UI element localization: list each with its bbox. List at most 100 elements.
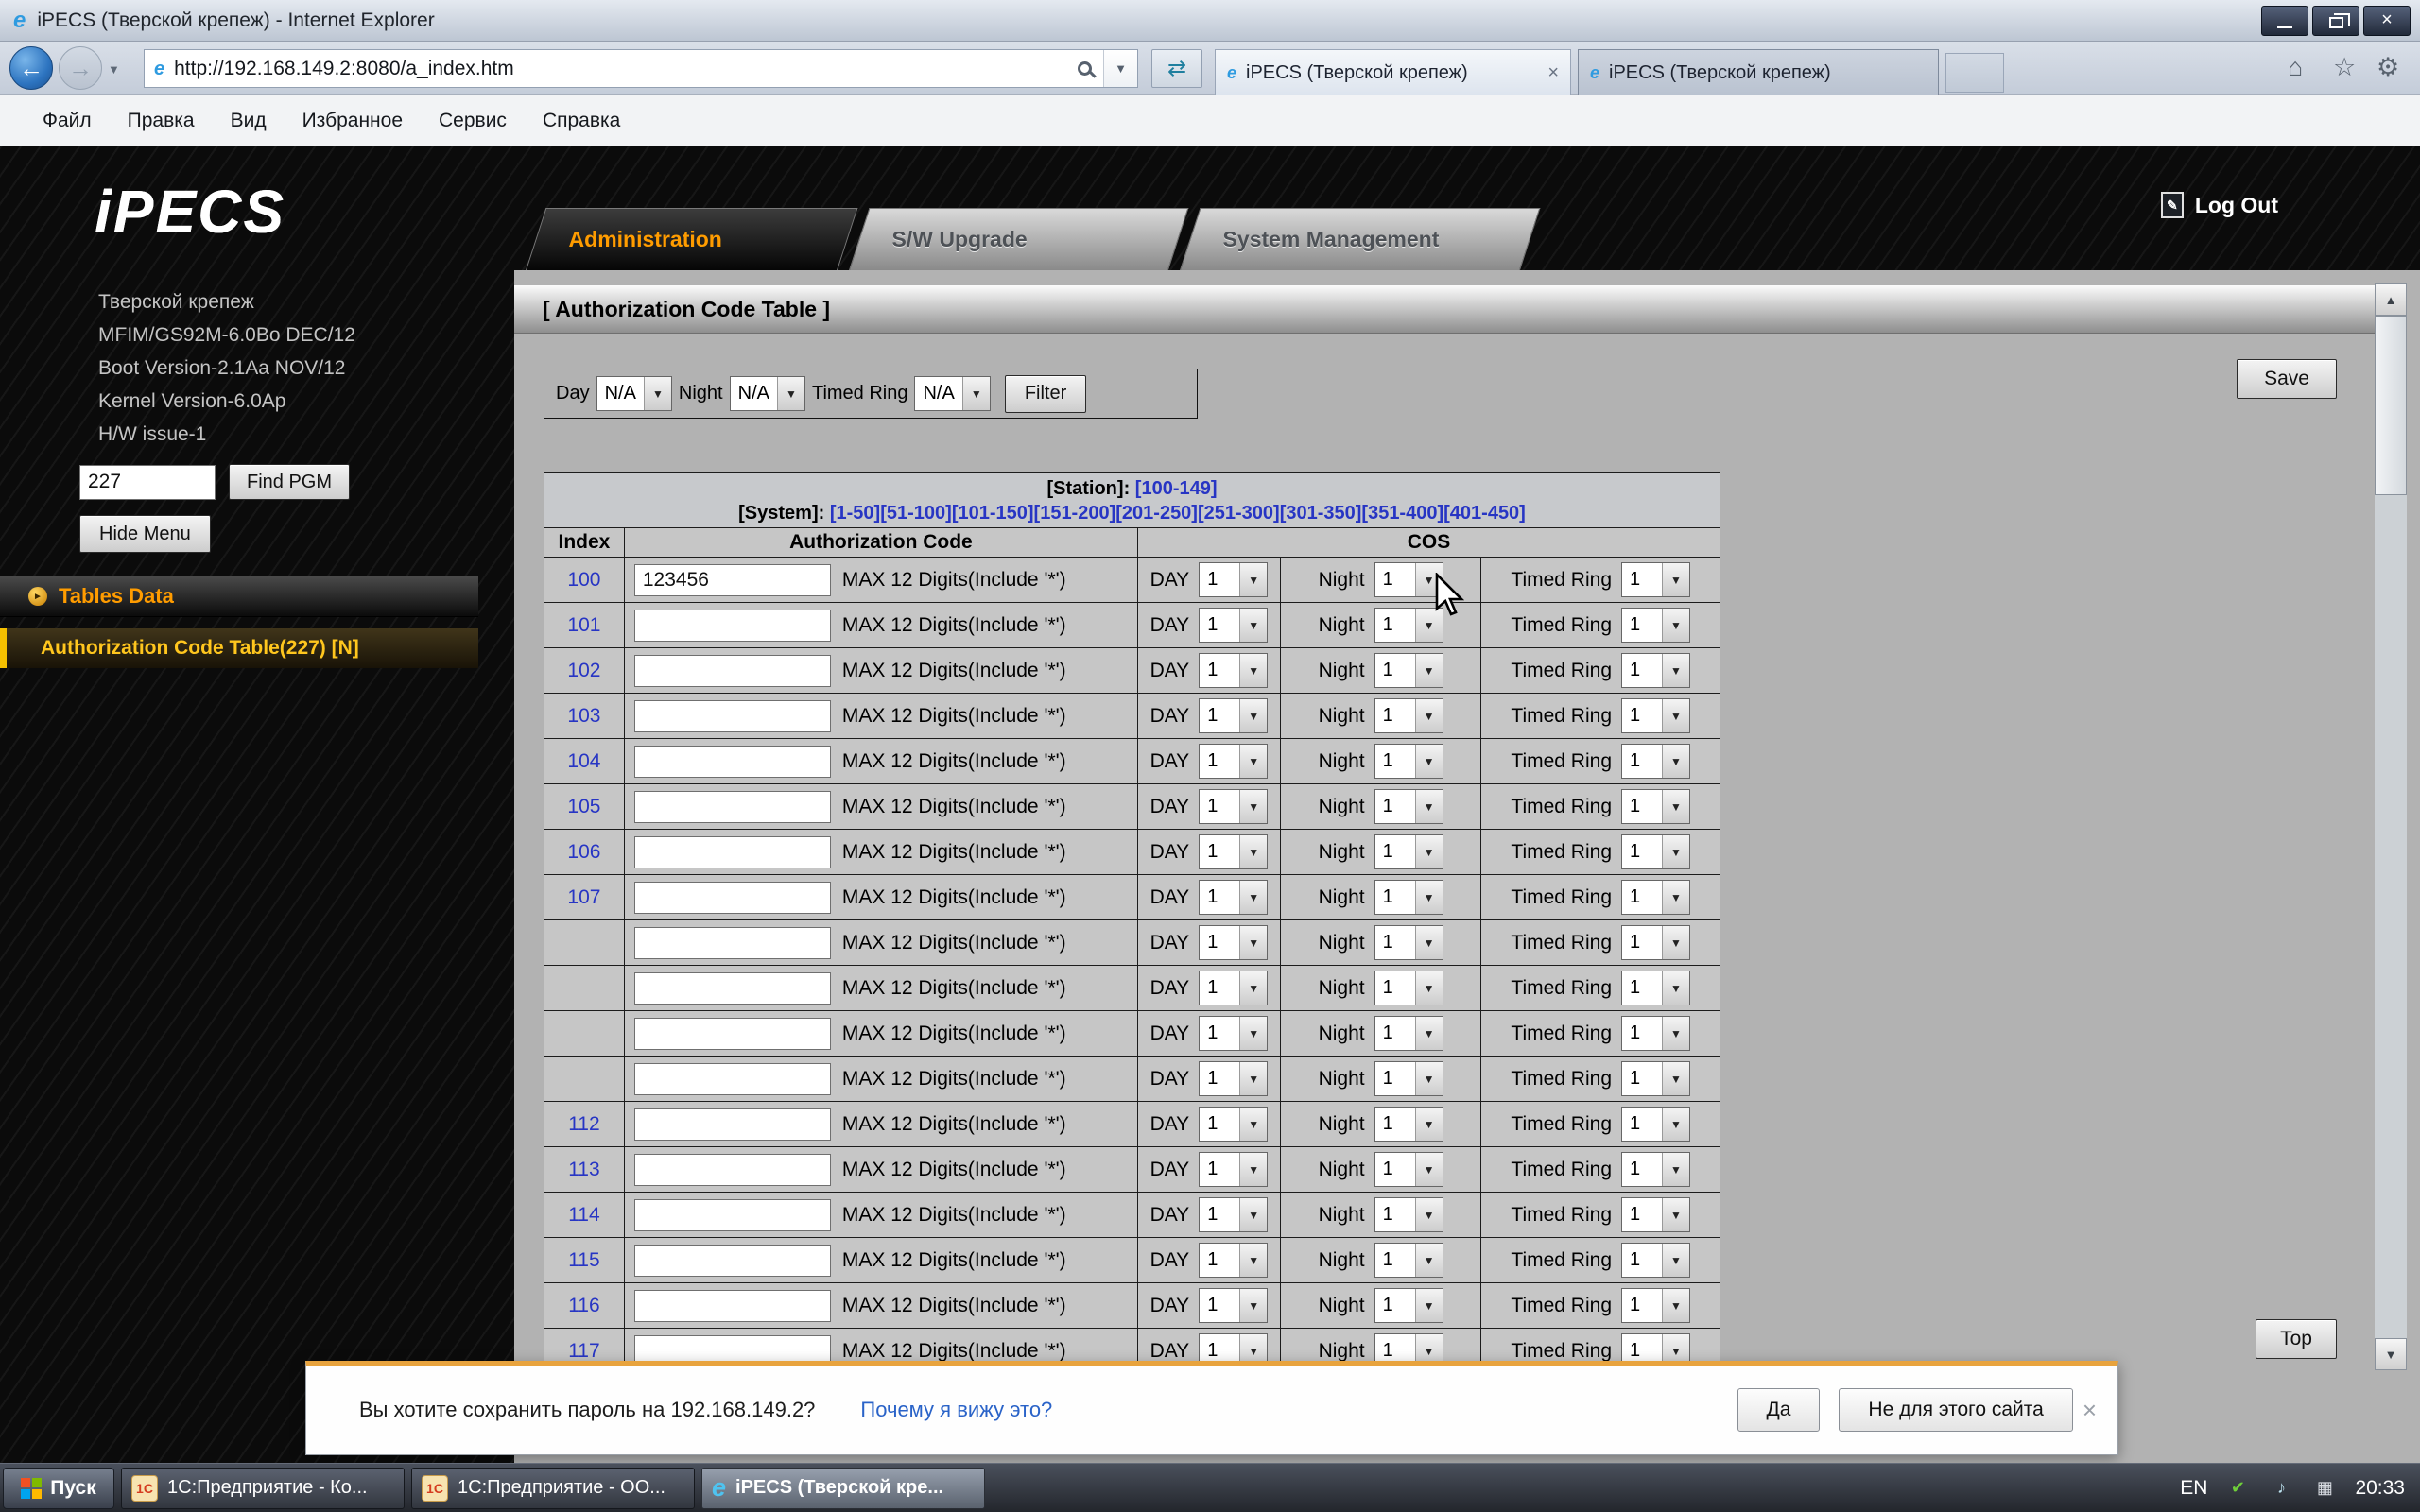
night-cos-select[interactable]: 1▼ [1374,789,1443,824]
row-index-link[interactable]: 100 [567,569,600,592]
timed-ring-cos-select[interactable]: 1▼ [1621,1288,1690,1323]
auth-code-input[interactable] [634,1063,831,1095]
night-cos-select[interactable]: 1▼ [1374,971,1443,1005]
day-cos-select[interactable]: 1▼ [1199,1197,1268,1232]
timed-ring-cos-select[interactable]: 1▼ [1621,1107,1690,1142]
pgm-number-input[interactable] [79,465,216,500]
favorites-star-icon[interactable]: ☆ [2333,53,2356,82]
new-tab-button[interactable] [1945,53,2004,93]
row-index-link[interactable]: 117 [568,1340,599,1363]
tray-status-icon[interactable]: ✔ [2224,1475,2251,1502]
system-range-link[interactable]: [301-350] [1280,503,1362,524]
night-cos-select[interactable]: 1▼ [1374,1288,1443,1323]
timed-ring-cos-select[interactable]: 1▼ [1621,971,1690,1005]
day-cos-select[interactable]: 1▼ [1199,653,1268,688]
timed-ring-cos-select[interactable]: 1▼ [1621,789,1690,824]
restore-button[interactable] [2312,6,2360,36]
menu-item-file[interactable]: Файл [25,110,110,132]
auth-code-input[interactable] [634,927,831,959]
auth-code-input[interactable] [634,791,831,823]
row-index-link[interactable]: 116 [568,1295,599,1317]
row-index-link[interactable]: 106 [567,841,600,864]
day-cos-select[interactable]: 1▼ [1199,1016,1268,1051]
row-index-link[interactable]: 103 [567,705,600,728]
station-range-link[interactable]: [100-149] [1135,478,1218,499]
timed-ring-cos-select[interactable]: 1▼ [1621,608,1690,643]
scroll-up-button[interactable]: ▲ [2375,284,2407,316]
day-cos-select[interactable]: 1▼ [1199,1288,1268,1323]
day-cos-select[interactable]: 1▼ [1199,698,1268,733]
night-cos-select[interactable]: 1▼ [1374,562,1443,597]
sidebar-section-tables-data[interactable]: ► Tables Data [0,576,478,617]
night-cos-select[interactable]: 1▼ [1374,1107,1443,1142]
auth-code-input[interactable] [634,1108,831,1141]
day-cos-select[interactable]: 1▼ [1199,744,1268,779]
timed-ring-cos-select[interactable]: 1▼ [1621,744,1690,779]
day-cos-select[interactable]: 1▼ [1199,562,1268,597]
refresh-button[interactable]: ⇄ [1151,49,1202,88]
system-range-link[interactable]: [401-450] [1443,503,1526,524]
tray-volume-icon[interactable]: ♪ [2268,1475,2294,1502]
url-input[interactable] [174,58,1078,80]
day-cos-select[interactable]: 1▼ [1199,925,1268,960]
start-button[interactable]: Пуск [3,1468,114,1509]
notification-close-icon[interactable]: × [2083,1396,2097,1425]
sidebar-item-authorization-code-table[interactable]: Authorization Code Table(227) [N] [0,628,478,668]
row-index-link[interactable]: 102 [567,660,600,682]
night-cos-select[interactable]: 1▼ [1374,1016,1443,1051]
row-index-link[interactable]: 115 [568,1249,599,1272]
timed-ring-cos-select[interactable]: 1▼ [1621,925,1690,960]
day-cos-select[interactable]: 1▼ [1199,789,1268,824]
night-cos-select[interactable]: 1▼ [1374,1152,1443,1187]
auth-code-input[interactable] [634,972,831,1005]
auth-code-input[interactable] [634,564,831,596]
menu-item-help[interactable]: Справка [525,110,638,132]
timed-ring-cos-select[interactable]: 1▼ [1621,1016,1690,1051]
menu-item-favorites[interactable]: Избранное [285,110,421,132]
auth-code-input[interactable] [634,610,831,642]
night-cos-select[interactable]: 1▼ [1374,1243,1443,1278]
night-cos-select[interactable]: 1▼ [1374,698,1443,733]
minimize-button[interactable] [2261,6,2308,36]
tab-administration[interactable]: Administration [526,208,857,270]
day-cos-select[interactable]: 1▼ [1199,971,1268,1005]
night-cos-select[interactable]: 1▼ [1374,744,1443,779]
forward-button[interactable]: → [59,46,102,90]
close-button[interactable]: × [2363,6,2411,36]
row-index-link[interactable]: 107 [567,886,600,909]
timed-ring-cos-select[interactable]: 1▼ [1621,1197,1690,1232]
row-index-link[interactable]: 104 [567,750,600,773]
gear-icon[interactable]: ⚙ [2377,53,2399,82]
auth-code-input[interactable] [634,700,831,732]
auth-code-input[interactable] [634,1199,831,1231]
scroll-down-button[interactable]: ▼ [2375,1338,2407,1370]
menu-item-tools[interactable]: Сервис [421,110,525,132]
system-range-link[interactable]: [51-100] [880,503,952,524]
timed-ring-cos-select[interactable]: 1▼ [1621,1243,1690,1278]
day-filter-select[interactable]: N/A▼ [596,376,672,411]
night-cos-select[interactable]: 1▼ [1374,1197,1443,1232]
tray-apps-icon[interactable]: ▦ [2311,1475,2338,1502]
taskbar-item-ipecs[interactable]: e iPECS (Тверской кре... [701,1468,985,1509]
tab-sw-upgrade[interactable]: S/W Upgrade [849,208,1188,270]
auth-code-input[interactable] [634,1154,831,1186]
not-for-this-site-button[interactable]: Не для этого сайта [1839,1388,2072,1432]
row-index-link[interactable]: 113 [568,1159,599,1181]
tab-system-management[interactable]: System Management [1180,208,1540,270]
day-cos-select[interactable]: 1▼ [1199,1061,1268,1096]
back-button[interactable]: ← [9,46,53,90]
url-dropdown-icon[interactable]: ▼ [1103,50,1137,87]
row-index-link[interactable]: 105 [567,796,600,818]
night-cos-select[interactable]: 1▼ [1374,880,1443,915]
hide-menu-button[interactable]: Hide Menu [79,515,211,553]
day-cos-select[interactable]: 1▼ [1199,1107,1268,1142]
auth-code-input[interactable] [634,1245,831,1277]
auth-code-input[interactable] [634,746,831,778]
why-link[interactable]: Почему я вижу это? [860,1398,1052,1422]
save-button[interactable]: Save [2237,359,2337,399]
auth-code-input[interactable] [634,1290,831,1322]
search-icon[interactable] [1078,61,1092,76]
day-cos-select[interactable]: 1▼ [1199,1243,1268,1278]
taskbar-item-1c-1[interactable]: 1С 1С:Предприятие - Ко... [121,1468,405,1509]
auth-code-input[interactable] [634,882,831,914]
